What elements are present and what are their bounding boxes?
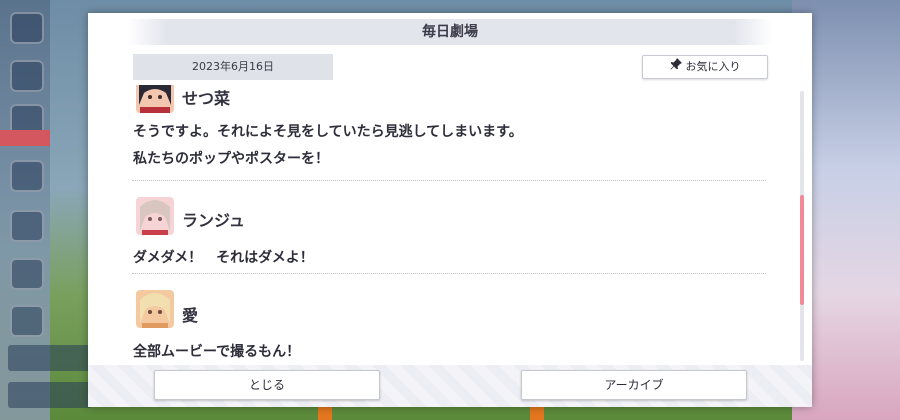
speaker-name: ランジュ (182, 211, 245, 230)
speaker-name: 愛 (182, 306, 199, 325)
event-tag (0, 130, 50, 146)
setsuna-avatar (136, 85, 174, 113)
pin-icon (670, 56, 682, 78)
video-icon (10, 210, 44, 242)
menu-icon (10, 12, 44, 44)
close-button[interactable]: とじる (154, 370, 380, 400)
ai-avatar (136, 290, 174, 328)
speaker-name: せつ菜 (182, 89, 231, 108)
favorite-label: お気に入り (685, 60, 741, 73)
dialogue-line: そうですよ。それによそ見をしていたら見逃してしまいます。 (133, 124, 523, 140)
favorite-button[interactable]: お気に入り (642, 55, 768, 79)
scrollbar-thumb[interactable] (800, 195, 804, 305)
expand-icon (10, 305, 44, 337)
trophy-icon (10, 258, 44, 290)
gift-icon (10, 160, 44, 192)
archive-button[interactable]: アーカイブ (521, 370, 747, 400)
chat-icon (10, 60, 44, 92)
dialogue-list[interactable]: せつ菜 そうですよ。それによそ見をしていたら見逃してしまいます。 私たちのポップ… (128, 85, 768, 367)
entry-divider (132, 273, 766, 274)
dialog-title: 毎日劇場 (128, 19, 772, 45)
dialogue-line: 私たちのポップやポスターを！ (133, 151, 329, 167)
daily-theater-dialog: 毎日劇場 2023年6月16日 お気に入り せつ菜 そうですよ。それによそ見をし… (88, 13, 812, 407)
entry-divider (132, 180, 766, 181)
date-label: 2023年6月16日 (133, 54, 333, 80)
accessory-shortcut (8, 345, 92, 371)
school-idol-shortcut (8, 382, 92, 408)
dialogue-line: ダメダメ！ それはダメよ！ (133, 250, 314, 266)
lanzhu-avatar (136, 197, 174, 235)
dialogue-line: 全部ムービーで撮るもん！ (133, 344, 301, 360)
